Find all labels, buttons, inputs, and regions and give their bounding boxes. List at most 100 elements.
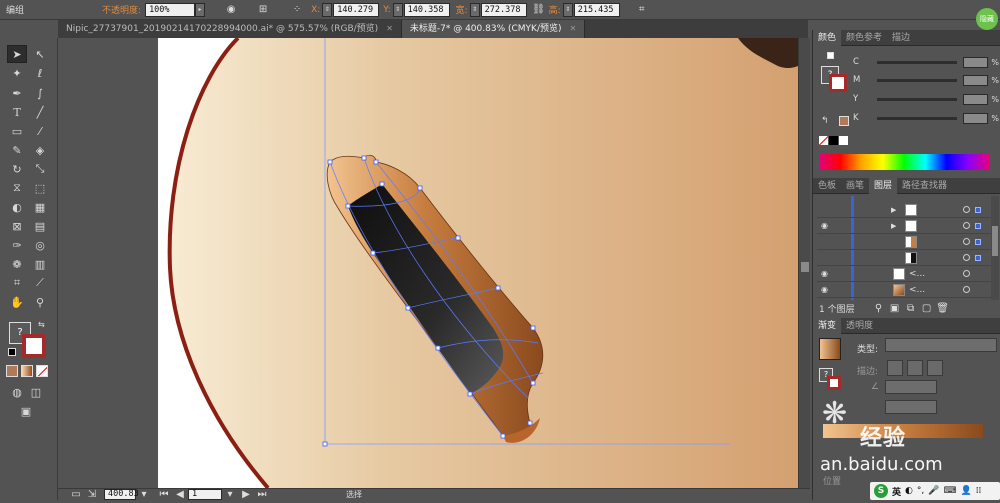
tab-pathfinder[interactable]: 路径查找器: [897, 178, 952, 194]
target-icon[interactable]: [963, 238, 970, 245]
zoom-field[interactable]: 400.83: [104, 489, 139, 500]
cyan-slider[interactable]: [876, 60, 957, 64]
keyboard-icon[interactable]: ⌨: [943, 486, 956, 496]
rectangle-tool-icon[interactable]: ▭: [7, 122, 27, 140]
tab-color-guide[interactable]: 颜色参考: [841, 30, 887, 46]
stroke-gradient-across-icon[interactable]: [927, 360, 943, 376]
align-to-icon[interactable]: ⊞: [255, 2, 271, 18]
prev-artboard-icon[interactable]: ◀: [172, 487, 188, 503]
none-black-white-swatches[interactable]: [819, 136, 848, 145]
fill-stroke-widget[interactable]: ? ⇆: [6, 320, 50, 360]
layer-row[interactable]: ◉ ▶: [817, 218, 991, 234]
tab-color[interactable]: 颜色: [813, 29, 842, 46]
screen-mode-icon[interactable]: ▣: [16, 402, 36, 420]
paintbrush-tool-icon[interactable]: ⁄: [30, 122, 50, 140]
visibility-eye-icon[interactable]: ◉: [821, 269, 831, 278]
lasso-tool-icon[interactable]: ℓ: [30, 64, 50, 82]
direct-selection-tool-icon[interactable]: ↖: [30, 45, 50, 63]
default-fill-stroke-icon[interactable]: [8, 348, 16, 356]
export-icon[interactable]: ⇲: [84, 487, 100, 503]
tab-layers[interactable]: 图层: [869, 177, 898, 194]
cyan-field[interactable]: [962, 56, 989, 68]
delete-layer-icon[interactable]: 🗑: [935, 300, 951, 316]
angle-dropdown[interactable]: [885, 380, 937, 394]
draw-inside-icon[interactable]: ◫: [26, 383, 46, 401]
draw-mode-icon[interactable]: ◍: [7, 383, 27, 401]
none-swatch[interactable]: [819, 136, 828, 145]
transform-icon[interactable]: ⌗: [634, 2, 650, 18]
ime-mode-label[interactable]: 英: [892, 485, 901, 498]
black-slider[interactable]: [876, 116, 957, 120]
new-layer-icon[interactable]: ▢: [919, 300, 935, 316]
color-fill-stroke[interactable]: ?: [819, 52, 847, 92]
visibility-eye-icon[interactable]: ◉: [821, 221, 831, 230]
reference-point-icon[interactable]: ⁘: [289, 2, 305, 18]
magenta-slider[interactable]: [876, 78, 957, 82]
tab-swatches[interactable]: 色板: [813, 178, 841, 194]
first-artboard-icon[interactable]: ⏮: [156, 487, 172, 503]
layer-row[interactable]: ◉ <...: [817, 266, 991, 282]
magenta-field[interactable]: [962, 74, 989, 86]
tab-stroke[interactable]: 描边: [887, 30, 915, 46]
curvature-tool-icon[interactable]: ∫: [30, 84, 50, 102]
canvas-area[interactable]: [58, 38, 798, 488]
x-stepper-icon[interactable]: ⇕: [322, 2, 333, 17]
x-field[interactable]: 140.279: [333, 2, 380, 17]
aspect-dropdown[interactable]: [885, 400, 937, 414]
yellow-field[interactable]: [962, 93, 989, 105]
zoom-tool-icon[interactable]: ⚲: [30, 293, 50, 311]
blend-tool-icon[interactable]: ◎: [30, 236, 50, 254]
ime-logo-icon[interactable]: S: [874, 484, 888, 498]
opacity-dropdown-icon[interactable]: ▸: [195, 2, 206, 17]
selected-art-indicator[interactable]: [975, 207, 981, 213]
scroll-thumb[interactable]: [801, 262, 809, 272]
none-mode-icon[interactable]: [36, 365, 48, 377]
gradient-mode-icon[interactable]: [21, 365, 33, 377]
stroke-gradient-within-icon[interactable]: [887, 360, 903, 376]
scale-tool-icon[interactable]: ⤡: [30, 160, 50, 178]
eyedropper-tool-icon[interactable]: ✑: [7, 236, 27, 254]
floating-badge[interactable]: 隐藏: [976, 8, 998, 30]
tab-brushes[interactable]: 画笔: [841, 178, 869, 194]
punctuation-icon[interactable]: °,: [917, 486, 924, 496]
vertical-scrollbar[interactable]: [798, 38, 810, 488]
target-icon[interactable]: [963, 270, 970, 277]
grid-icon[interactable]: ⁞⁞: [976, 486, 982, 496]
out-of-gamut-icon[interactable]: ↰: [821, 116, 829, 126]
line-tool-icon[interactable]: ╱: [30, 103, 50, 121]
layer-row[interactable]: [817, 250, 991, 266]
eraser-tool-icon[interactable]: ◈: [30, 141, 50, 159]
last-artboard-icon[interactable]: ⏭: [254, 487, 270, 503]
height-field[interactable]: 215.435: [573, 2, 620, 17]
microphone-icon[interactable]: 🎤: [928, 486, 939, 496]
artboard-tool-icon[interactable]: ⌗: [7, 274, 27, 292]
artboard-dropdown-icon[interactable]: ▾: [222, 487, 238, 503]
color-mode-icon[interactable]: [6, 365, 18, 377]
artboard-nav-icon[interactable]: ▭: [68, 487, 84, 503]
constrain-proportions-icon[interactable]: ⛓: [531, 2, 547, 18]
new-sublayer-icon[interactable]: ⧉: [903, 300, 919, 316]
layer-row[interactable]: ▶: [817, 202, 991, 218]
symbol-sprayer-tool-icon[interactable]: ❁: [7, 255, 27, 273]
half-moon-icon[interactable]: ◐: [905, 486, 913, 496]
artboard-field[interactable]: 1: [188, 489, 222, 500]
opacity-field[interactable]: 100%: [145, 2, 196, 17]
selection-tool-icon[interactable]: ➤: [7, 45, 27, 63]
user-icon[interactable]: 👤: [960, 486, 971, 496]
target-icon[interactable]: [963, 286, 970, 293]
layer-row[interactable]: [817, 234, 991, 250]
doc-tab-untitled-7[interactable]: 未标题-7* @ 400.83% (CMYK/预览) ✕: [401, 20, 586, 38]
y-stepper-icon[interactable]: ⇕: [392, 2, 403, 17]
perspective-grid-tool-icon[interactable]: ▦: [30, 198, 50, 216]
mesh-tool-icon[interactable]: ⊠: [7, 217, 27, 235]
slice-tool-icon[interactable]: ⟋: [30, 274, 50, 292]
gradient-slider[interactable]: [823, 424, 983, 438]
selected-art-indicator[interactable]: [975, 239, 981, 245]
width-stepper-icon[interactable]: ⇕: [469, 2, 480, 17]
zoom-dropdown-icon[interactable]: ▾: [136, 487, 152, 503]
shape-builder-tool-icon[interactable]: ◐: [7, 198, 27, 216]
expand-icon[interactable]: ▶: [891, 206, 896, 214]
stroke-swatch[interactable]: [22, 334, 46, 358]
swap-fill-stroke-icon[interactable]: ⇆: [38, 320, 45, 329]
height-stepper-icon[interactable]: ⇕: [562, 2, 573, 17]
